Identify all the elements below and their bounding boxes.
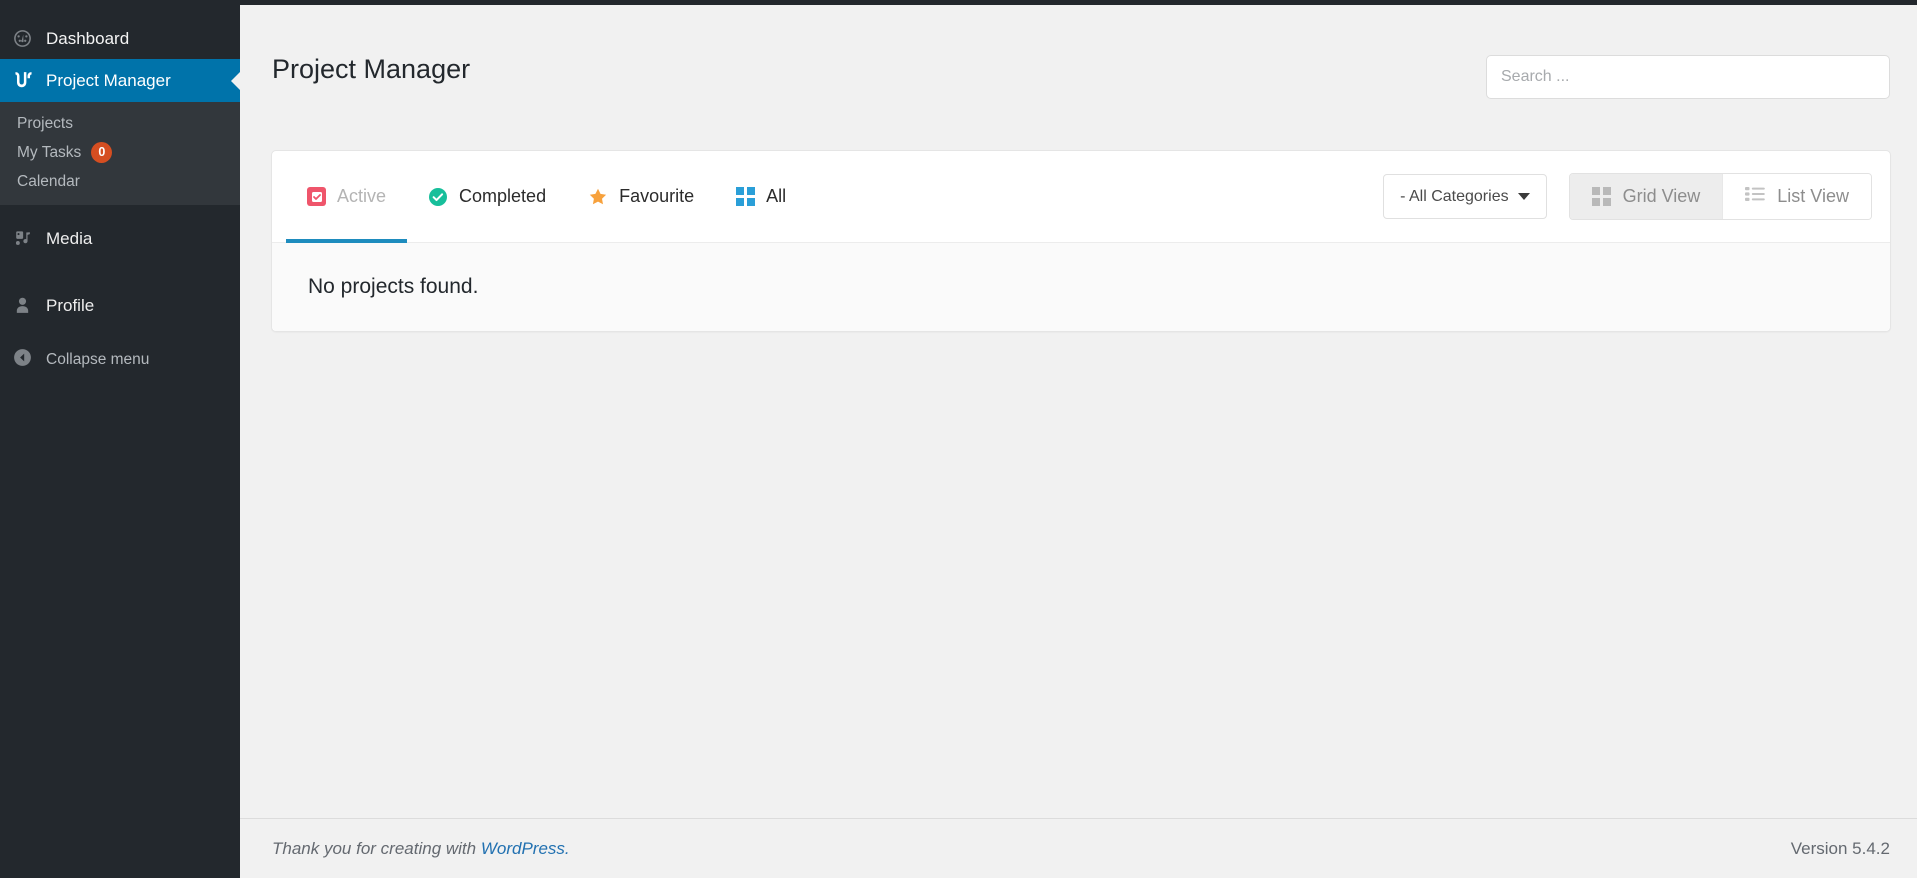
admin-page: Dashboard Project Manager Projects My Ta… (0, 0, 1917, 878)
sidebar-item-projects[interactable]: Projects (0, 109, 240, 138)
user-icon (12, 295, 46, 316)
tab-label: All (766, 186, 787, 206)
checkbox-checked-icon (307, 187, 326, 206)
admin-sidebar: Dashboard Project Manager Projects My Ta… (0, 0, 241, 878)
sidebar-item-label: Project Manager (46, 70, 171, 90)
footer-thanks-text: Thank you for creating with (272, 838, 481, 858)
grid-icon (736, 187, 756, 206)
list-view-icon (1745, 186, 1766, 207)
submenu-item-label: Projects (17, 114, 73, 132)
search-input[interactable] (1486, 55, 1890, 99)
tab-label: Completed (459, 186, 547, 206)
list-view-label: List View (1777, 186, 1849, 206)
view-toggle-group: Grid View List View (1568, 173, 1872, 220)
grid-view-button[interactable]: Grid View (1569, 174, 1723, 219)
footer-version: Version 5.4.2 (1790, 838, 1890, 858)
collapse-menu-label: Collapse menu (46, 351, 150, 368)
list-view-button[interactable]: List View (1722, 174, 1871, 219)
sidebar-item-label: Profile (46, 295, 95, 315)
collapse-arrow-icon (12, 347, 46, 373)
sidebar-item-project-manager[interactable]: Project Manager (0, 59, 241, 102)
current-menu-arrow-icon (231, 70, 241, 91)
footer-thanks: Thank you for creating with WordPress. (272, 839, 570, 859)
projects-card: Active Completed Favourite All - All Cat… (271, 150, 1891, 332)
grid-view-icon (1591, 187, 1611, 206)
category-filter-label: - All Categories (1400, 187, 1509, 205)
sidebar-item-label: Media (46, 228, 93, 248)
media-icon (12, 228, 46, 249)
tab-label: Favourite (619, 186, 695, 206)
tab-completed[interactable]: Completed (407, 151, 567, 243)
tab-label: Active (337, 186, 387, 206)
empty-state-message: No projects found. (308, 275, 479, 298)
sidebar-submenu: Projects My Tasks 0 Calendar (0, 102, 240, 205)
main-content: Project Manager Search ... Active Comple… (240, 5, 1917, 878)
project-manager-icon (12, 69, 46, 92)
tab-all[interactable]: All (715, 151, 807, 243)
sidebar-item-profile[interactable]: Profile (0, 285, 240, 326)
tab-active[interactable]: Active (286, 151, 408, 243)
projects-list-body: No projects found. (272, 243, 1890, 331)
my-tasks-count-badge: 0 (91, 142, 113, 163)
dashboard-gauge-icon (12, 28, 46, 49)
grid-view-label: Grid View (1622, 186, 1701, 206)
sidebar-item-calendar[interactable]: Calendar (0, 167, 240, 196)
project-filter-tabs: Active Completed Favourite All (286, 151, 807, 243)
toolbar-controls: - All Categories Grid View List View (1383, 173, 1872, 220)
chevron-down-icon (1517, 193, 1530, 200)
sidebar-item-my-tasks[interactable]: My Tasks 0 (0, 138, 240, 167)
category-filter-select[interactable]: - All Categories (1383, 174, 1547, 219)
submenu-item-label: Calendar (17, 172, 80, 190)
tab-favourite[interactable]: Favourite (567, 151, 715, 243)
sidebar-item-label: Dashboard (46, 28, 130, 48)
wordpress-link[interactable]: WordPress. (481, 839, 570, 858)
page-title: Project Manager (272, 54, 471, 84)
submenu-item-label: My Tasks (17, 143, 82, 161)
sidebar-item-dashboard[interactable]: Dashboard (0, 18, 240, 59)
star-icon (588, 187, 608, 207)
circle-check-icon (428, 187, 448, 207)
admin-footer: Thank you for creating with WordPress. V… (240, 818, 1917, 878)
sidebar-item-media[interactable]: Media (0, 218, 240, 259)
collapse-menu-button[interactable]: Collapse menu (0, 342, 240, 378)
projects-toolbar: Active Completed Favourite All - All Cat… (272, 151, 1890, 243)
page-header: Project Manager (240, 5, 1917, 130)
